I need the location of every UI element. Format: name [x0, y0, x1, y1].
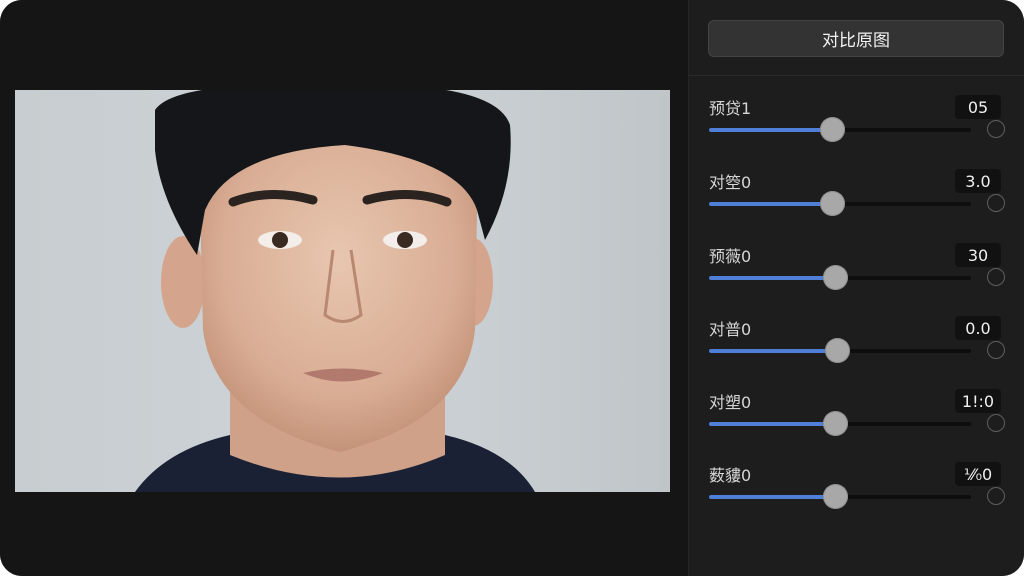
- slider-row: 对箜0 3.0: [709, 169, 1005, 232]
- reset-circle-icon[interactable]: [987, 487, 1005, 505]
- slider-label: 对箜0: [709, 173, 752, 192]
- image-canvas: [0, 0, 688, 576]
- slider-thumb[interactable]: [825, 338, 851, 363]
- slider-row: 对普0 0.0: [709, 316, 1005, 379]
- slider-row: 薮貗0 ⅟⁄₀0: [709, 462, 1005, 525]
- slider-track[interactable]: [709, 265, 971, 290]
- slider-track[interactable]: [709, 117, 971, 142]
- slider-thumb[interactable]: [820, 117, 846, 142]
- slider-row: 预贷1 05: [709, 95, 1005, 158]
- slider-fill: [709, 349, 838, 353]
- portrait-illustration: [135, 90, 535, 492]
- compare-original-button[interactable]: 对比原图: [708, 20, 1004, 57]
- reset-circle-icon[interactable]: [987, 268, 1005, 286]
- slider-fill: [709, 202, 833, 206]
- slider-fill: [709, 276, 835, 280]
- adjustment-panel: 对比原图 预贷1 05 对箜0 3.0 预薇0 30 对普0 0.0 对塑0 1…: [688, 0, 1024, 576]
- slider-label: 薮貗0: [709, 466, 752, 485]
- slider-value-field[interactable]: 0.0: [955, 316, 1001, 340]
- slider-value-field[interactable]: 1!:0: [955, 389, 1001, 413]
- reset-circle-icon[interactable]: [987, 341, 1005, 359]
- slider-label: 对塑0: [709, 393, 752, 412]
- slider-label: 对普0: [709, 320, 752, 339]
- panel-divider: [689, 75, 1024, 76]
- slider-track[interactable]: [709, 484, 971, 509]
- reset-circle-icon[interactable]: [987, 414, 1005, 432]
- slider-value-field[interactable]: 30: [955, 243, 1001, 267]
- reset-circle-icon[interactable]: [987, 194, 1005, 212]
- slider-fill: [709, 495, 835, 499]
- reset-circle-icon[interactable]: [987, 120, 1005, 138]
- slider-label: 预薇0: [709, 247, 752, 266]
- slider-fill: [709, 128, 833, 132]
- slider-fill: [709, 422, 835, 426]
- slider-thumb[interactable]: [822, 411, 848, 436]
- slider-track[interactable]: [709, 191, 971, 216]
- slider-thumb[interactable]: [820, 191, 846, 216]
- slider-row: 对塑0 1!:0: [709, 389, 1005, 452]
- slider-thumb[interactable]: [822, 265, 848, 290]
- slider-label: 预贷1: [709, 99, 752, 118]
- slider-row: 预薇0 30: [709, 243, 1005, 306]
- photo-editor-window: 对比原图 预贷1 05 对箜0 3.0 预薇0 30 对普0 0.0 对塑0 1…: [0, 0, 1024, 576]
- slider-track[interactable]: [709, 411, 971, 436]
- slider-value-field[interactable]: ⅟⁄₀0: [955, 462, 1001, 486]
- slider-value-field[interactable]: 3.0: [955, 169, 1001, 193]
- portrait-photo: [15, 90, 670, 492]
- slider-value-field[interactable]: 05: [955, 95, 1001, 119]
- slider-track[interactable]: [709, 338, 971, 363]
- slider-thumb[interactable]: [822, 484, 848, 509]
